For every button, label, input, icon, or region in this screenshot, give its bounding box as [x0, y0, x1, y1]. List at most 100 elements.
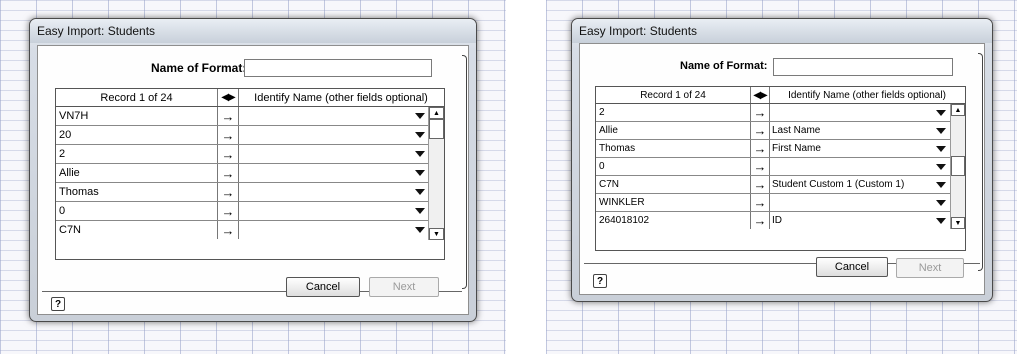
record-nav-arrows[interactable]: ◀▶ [750, 87, 770, 103]
scroll-up-icon[interactable]: ▲ [429, 107, 444, 119]
field-dropdown[interactable] [238, 126, 429, 144]
table-row: Allie → Last Name [596, 122, 965, 140]
field-dropdown[interactable] [769, 104, 950, 121]
row-arrow: → [750, 158, 770, 175]
row-arrow: → [217, 183, 239, 201]
row-value: C7N [59, 224, 82, 236]
row-value: Thomas [599, 143, 636, 154]
title-bar[interactable]: Easy Import: Students [572, 19, 992, 43]
dialog-content: Name of Format: Record 1 of 24 ◀▶ Identi… [579, 43, 985, 295]
easy-import-dialog-right: Easy Import: Students Name of Format: Re… [571, 18, 993, 302]
dialog-content: Name of Format: Record 1 of 24 ◀▶ Identi… [37, 45, 469, 315]
record-nav-arrows[interactable]: ◀▶ [217, 89, 239, 106]
table-row: Thomas → [56, 183, 444, 202]
map-header: Identify Name (other fields optional) [254, 91, 428, 104]
dropdown-arrow-icon [415, 113, 425, 119]
easy-import-dialog-left: Easy Import: Students Name of Format: Re… [29, 18, 477, 322]
table-row: VN7H → [56, 107, 444, 126]
table-row: C7N → [56, 221, 444, 239]
title-bar[interactable]: Easy Import: Students [30, 19, 476, 43]
row-arrow: → [750, 140, 770, 157]
cancel-button[interactable]: Cancel [286, 277, 360, 297]
row-value: WINKLER [599, 197, 645, 208]
next-button[interactable]: Next [896, 258, 964, 278]
background-gap [506, 0, 546, 354]
table-row: C7N → Student Custom 1 (Custom 1) [596, 176, 965, 194]
table-row: 0 → [596, 158, 965, 176]
scroll-down-icon[interactable]: ▼ [951, 217, 965, 229]
row-arrow: → [750, 194, 770, 211]
row-value: 0 [59, 205, 66, 217]
row-value: Thomas [59, 186, 99, 198]
field-dropdown[interactable] [238, 221, 429, 239]
dropdown-arrow-icon [936, 181, 946, 188]
vertical-scrollbar[interactable]: ▲ ▼ [428, 107, 444, 240]
row-value: VN7H [59, 110, 89, 122]
format-name-input[interactable] [244, 59, 432, 77]
field-dropdown[interactable] [238, 145, 429, 163]
row-arrow: → [750, 176, 770, 193]
cancel-button[interactable]: Cancel [816, 257, 888, 277]
record-header: Record 1 of 24 [640, 89, 706, 101]
scroll-up-icon[interactable]: ▲ [951, 104, 965, 116]
field-dropdown-value: ID [772, 215, 782, 226]
frame-bracket [978, 53, 983, 271]
row-value: 264018102 [599, 215, 650, 226]
map-header: Identify Name (other fields optional) [788, 89, 946, 101]
mapping-table: Record 1 of 24 ◀▶ Identify Name (other f… [595, 86, 966, 251]
help-icon[interactable]: ? [51, 297, 65, 311]
row-arrow: → [217, 107, 239, 125]
field-dropdown[interactable]: Last Name [769, 122, 950, 139]
row-value: Allie [59, 167, 80, 179]
format-name-label: Name of Format: [151, 61, 247, 75]
row-value: 2 [59, 148, 66, 160]
dropdown-arrow-icon [936, 199, 946, 206]
next-button[interactable]: Next [369, 277, 439, 297]
row-arrow: → [750, 104, 770, 121]
field-dropdown[interactable] [238, 202, 429, 220]
dropdown-arrow-icon [415, 227, 425, 233]
scroll-thumb[interactable] [429, 119, 444, 139]
row-arrow: → [750, 122, 770, 139]
dropdown-arrow-icon [936, 217, 946, 224]
scroll-down-icon[interactable]: ▼ [429, 228, 444, 240]
help-icon[interactable]: ? [593, 274, 607, 288]
dropdown-arrow-icon [936, 109, 946, 116]
table-row: 2 → [596, 104, 965, 122]
row-value: 0 [599, 161, 605, 172]
field-dropdown[interactable]: Student Custom 1 (Custom 1) [769, 176, 950, 193]
row-value: C7N [599, 179, 620, 190]
row-arrow: → [217, 202, 239, 220]
field-dropdown[interactable] [238, 183, 429, 201]
format-name-label: Name of Format: [680, 60, 768, 72]
table-header: Record 1 of 24 ◀▶ Identify Name (other f… [596, 87, 965, 104]
dropdown-arrow-icon [415, 170, 425, 176]
scroll-thumb[interactable] [951, 156, 965, 176]
row-value: 2 [599, 107, 605, 118]
row-arrow: → [217, 221, 239, 239]
field-dropdown[interactable]: ID [769, 212, 950, 229]
field-dropdown[interactable] [238, 164, 429, 182]
field-dropdown[interactable] [238, 107, 429, 125]
dropdown-arrow-icon [415, 132, 425, 138]
frame-bracket [462, 55, 467, 289]
field-dropdown-value: Student Custom 1 (Custom 1) [772, 179, 905, 190]
dialog-title: Easy Import: Students [37, 24, 156, 38]
field-dropdown-value: First Name [772, 143, 821, 154]
format-name-input[interactable] [773, 58, 953, 76]
table-row: 264018102 → ID [596, 212, 965, 229]
row-value: Allie [599, 125, 618, 136]
table-row: Thomas → First Name [596, 140, 965, 158]
field-dropdown[interactable]: First Name [769, 140, 950, 157]
field-dropdown[interactable] [769, 158, 950, 175]
vertical-scrollbar[interactable]: ▲ ▼ [950, 104, 965, 229]
field-dropdown[interactable] [769, 194, 950, 211]
table-row: 2 → [56, 145, 444, 164]
table-header: Record 1 of 24 ◀▶ Identify Name (other f… [56, 89, 444, 107]
table-row: 0 → [56, 202, 444, 221]
row-arrow: → [217, 145, 239, 163]
dropdown-arrow-icon [936, 145, 946, 152]
table-row: 20 → [56, 126, 444, 145]
row-arrow: → [217, 126, 239, 144]
mapping-table: Record 1 of 24 ◀▶ Identify Name (other f… [55, 88, 445, 260]
